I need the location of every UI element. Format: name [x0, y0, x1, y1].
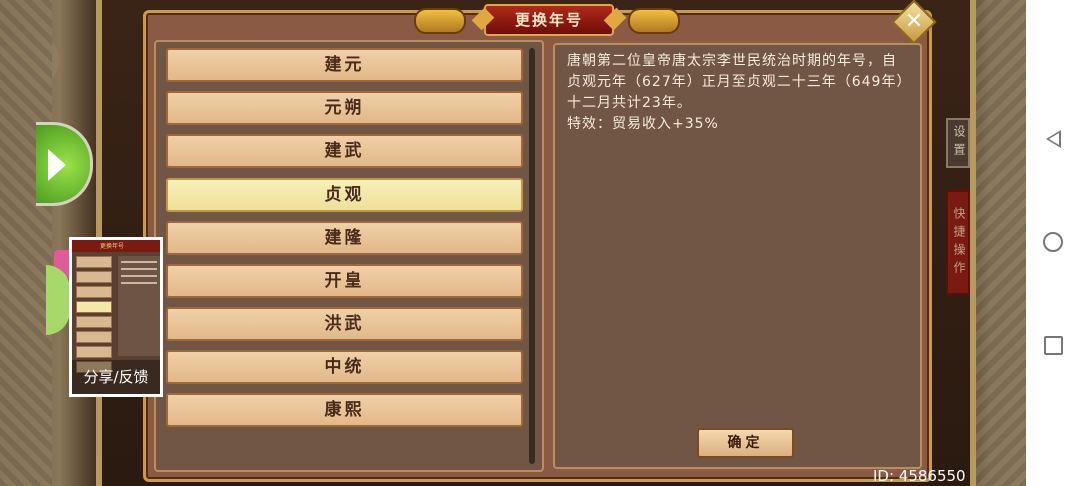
thumb-description	[118, 256, 160, 356]
thumb-row	[76, 346, 112, 358]
share-feedback-thumbnail[interactable]: 更换年号 分享/反馈	[69, 237, 163, 397]
title-ornament-right	[628, 8, 680, 34]
dialog-title: 更换年号	[484, 4, 614, 36]
share-feedback-label: 分享/反馈	[72, 360, 160, 394]
quick-ops-side-button[interactable]: 快捷操作	[946, 190, 970, 295]
era-effect: 特效：贸易收入+35%	[567, 116, 719, 132]
back-button[interactable]	[1040, 126, 1066, 152]
close-icon: ✕	[904, 9, 924, 34]
era-item-hongwu[interactable]: 洪武	[166, 307, 523, 341]
left-ornament	[0, 0, 52, 486]
thumb-row	[76, 316, 112, 328]
confirm-button[interactable]: 确定	[697, 428, 794, 458]
era-description: 唐朝第二位皇帝唐太宗李世民统治时期的年号，自贞观元年（627年）正月至贞观二十三…	[567, 53, 905, 111]
era-item-kaihuang[interactable]: 开皇	[166, 264, 523, 298]
era-item-kangxi[interactable]: 康熙	[166, 393, 523, 427]
recents-button[interactable]	[1040, 332, 1066, 358]
thumb-row	[76, 271, 112, 283]
home-button[interactable]	[1040, 229, 1066, 255]
era-description-panel: 唐朝第二位皇帝唐太宗李世民统治时期的年号，自贞观元年（627年）正月至贞观二十三…	[553, 43, 922, 469]
thumb-row	[76, 286, 112, 298]
thumb-row	[76, 256, 112, 268]
thumb-row	[76, 301, 112, 313]
thumb-title: 更换年号	[100, 243, 125, 250]
home-circle-icon	[1043, 232, 1063, 252]
thumb-list	[76, 256, 112, 376]
settings-side-button[interactable]: 设置	[946, 118, 970, 168]
era-item-jianyuan[interactable]: 建元	[166, 48, 523, 82]
era-item-jianlong[interactable]: 建隆	[166, 221, 523, 255]
back-triangle-icon	[1045, 130, 1061, 148]
player-id: ID: 4586550	[873, 467, 966, 485]
thumb-row	[76, 331, 112, 343]
title-ornament-left	[414, 8, 466, 34]
play-arrow-icon	[48, 149, 66, 181]
era-item-jianwu[interactable]: 建武	[166, 134, 523, 168]
dialog-title-bar: 更换年号	[414, 2, 680, 36]
right-ornament	[976, 0, 1026, 486]
thumb-title-bar: 更换年号	[72, 240, 160, 252]
era-list-scrollbar[interactable]	[529, 48, 535, 464]
era-item-yuanshuo[interactable]: 元朔	[166, 91, 523, 125]
system-nav-bar	[1026, 0, 1080, 486]
era-item-zhenguan[interactable]: 贞观	[166, 178, 523, 212]
recents-square-icon	[1043, 335, 1063, 355]
era-item-zhongtong[interactable]: 中统	[166, 350, 523, 384]
